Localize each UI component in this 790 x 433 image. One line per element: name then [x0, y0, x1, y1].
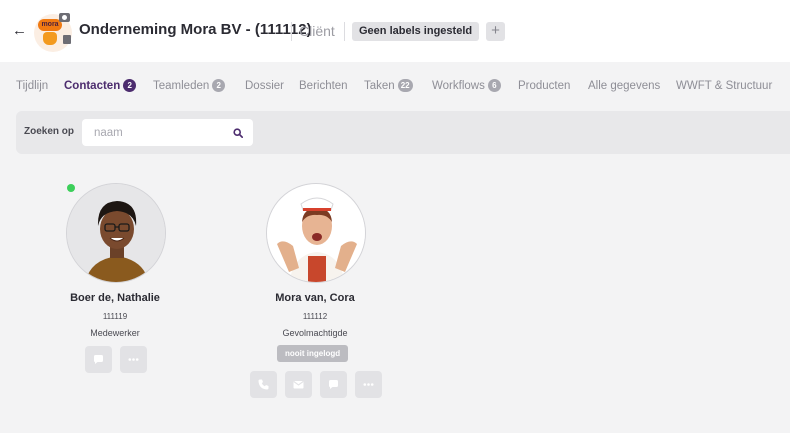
divider: [344, 22, 345, 41]
contact-card: Boer de, Nathalie 111119 Medewerker: [15, 182, 215, 412]
search-icon[interactable]: [233, 128, 243, 138]
more-options-button[interactable]: [355, 371, 382, 398]
more-icon: [128, 358, 139, 361]
contact-actions: [250, 371, 382, 398]
avatar[interactable]: [66, 183, 166, 283]
tab-count-badge: 2: [123, 79, 137, 92]
tab-count-badge: 22: [397, 79, 413, 92]
chat-button[interactable]: [320, 371, 347, 398]
tab-label: WWFT & Structuur: [676, 80, 773, 92]
tab-label: Taken: [364, 80, 395, 92]
online-status-dot: [67, 184, 75, 192]
more-options-button[interactable]: [120, 346, 147, 373]
contact-role: Gevolmachtigde: [282, 328, 348, 338]
tab-label: Contacten: [64, 80, 121, 92]
tab-count-badge: 2: [212, 79, 226, 92]
tab-label: Producten: [518, 80, 571, 92]
more-icon: [363, 383, 374, 386]
tab-dossier[interactable]: Dossier: [245, 76, 284, 98]
page-title: Onderneming Mora BV - (111112): [79, 21, 312, 38]
add-label-button[interactable]: +: [486, 22, 505, 41]
tab-alle-gegevens[interactable]: Alle gegevens: [588, 76, 660, 98]
search-label: Zoeken op: [24, 126, 75, 137]
relation-type: Cliënt: [299, 23, 335, 39]
tab-berichten[interactable]: Berichten: [299, 76, 348, 98]
login-status-badge: nooit ingelogd: [277, 345, 349, 362]
search-bar: Zoeken op: [16, 111, 790, 154]
contact-number: 111119: [102, 312, 128, 321]
tab-label: Teamleden: [153, 80, 210, 92]
tab-wwft-structuur[interactable]: WWFT & Structuur: [676, 76, 772, 98]
tab-label: Dossier: [245, 80, 284, 92]
mail-icon: [293, 381, 304, 389]
phone-icon: [258, 379, 269, 390]
camera-icon[interactable]: [59, 13, 70, 22]
back-arrow-icon[interactable]: ←: [12, 20, 30, 42]
chat-button[interactable]: [85, 346, 112, 373]
page-header: ← mora Onderneming Mora BV - (111112) Cl…: [0, 0, 790, 62]
logo-mascot: [43, 32, 57, 45]
tab-label: Alle gegevens: [588, 80, 661, 92]
call-button[interactable]: [250, 371, 277, 398]
search-input[interactable]: [82, 119, 253, 146]
tab-workflows[interactable]: Workflows 6: [432, 76, 501, 98]
labels-pill[interactable]: Geen labels ingesteld: [352, 22, 480, 41]
tab-tijdlijn[interactable]: Tijdlijn: [16, 76, 48, 98]
tab-contacten[interactable]: Contacten 2: [64, 76, 137, 98]
contact-card: Mora van, Cora 111112 Gevolmachtigde noo…: [215, 182, 415, 412]
tab-label: Tijdlijn: [16, 80, 49, 92]
contact-name[interactable]: Boer de, Nathalie: [15, 292, 215, 304]
chat-icon: [94, 355, 103, 364]
tab-label: Berichten: [299, 80, 348, 92]
tab-producten[interactable]: Producten: [518, 76, 570, 98]
contact-number: 111112: [302, 312, 328, 321]
tab-taken[interactable]: Taken 22: [364, 76, 413, 98]
tab-count-badge: 6: [487, 79, 501, 92]
chat-icon: [329, 380, 338, 389]
contact-name[interactable]: Mora van, Cora: [215, 292, 415, 304]
avatar[interactable]: [266, 183, 366, 283]
divider: [291, 22, 292, 41]
tab-label: Workflows: [432, 80, 485, 92]
contact-actions: [85, 346, 147, 373]
tab-teamleden[interactable]: Teamleden 2: [153, 76, 226, 98]
email-button[interactable]: [285, 371, 312, 398]
contact-role: Medewerker: [90, 328, 140, 338]
trash-icon[interactable]: [63, 35, 71, 44]
